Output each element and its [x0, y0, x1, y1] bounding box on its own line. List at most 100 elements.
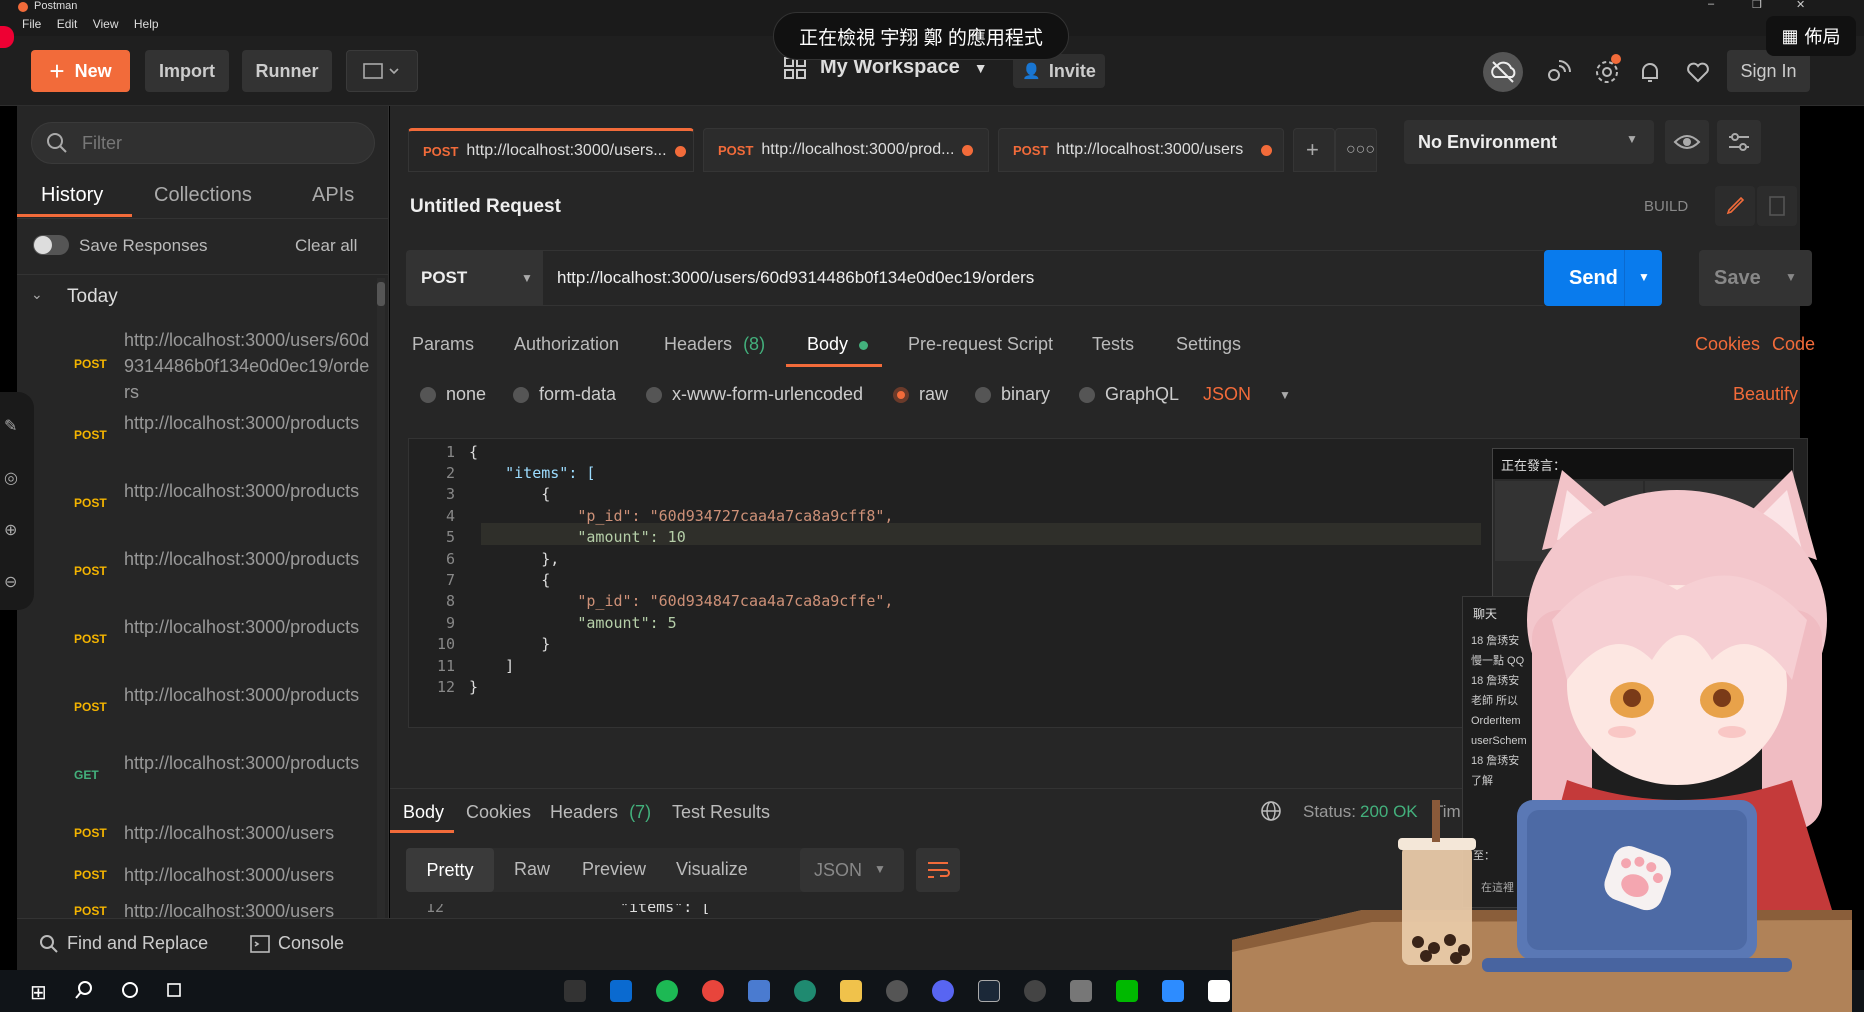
- raw-mode-button[interactable]: Raw: [514, 859, 550, 880]
- app-icon[interactable]: [794, 980, 816, 1002]
- environment-quick-look-button[interactable]: [1665, 120, 1709, 164]
- filter-input[interactable]: Filter: [31, 122, 375, 164]
- edit-button[interactable]: [1715, 186, 1755, 226]
- visualize-mode-button[interactable]: Visualize: [676, 859, 748, 880]
- runner-button[interactable]: Runner: [242, 50, 332, 92]
- chevron-down-icon[interactable]: ⌄: [31, 286, 43, 303]
- tab-params[interactable]: Params: [412, 334, 474, 355]
- vscode-app-icon[interactable]: [610, 980, 632, 1002]
- request-tab[interactable]: POST http://localhost:3000/prod...: [703, 128, 989, 172]
- find-replace-button[interactable]: Find and Replace: [39, 933, 208, 954]
- sidebar-scrollbar[interactable]: [377, 278, 385, 918]
- zoom-in-icon[interactable]: ⊕: [4, 520, 17, 540]
- body-format-select[interactable]: JSON ▼: [1203, 384, 1291, 405]
- request-tab[interactable]: POST http://localhost:3000/users...: [408, 128, 694, 172]
- pen-icon[interactable]: ✎: [4, 416, 17, 436]
- new-button[interactable]: + New: [31, 50, 130, 92]
- windows-start-icon[interactable]: ⊞: [30, 980, 47, 1005]
- sign-in-button[interactable]: Sign In: [1727, 50, 1810, 92]
- docs-button[interactable]: [1757, 186, 1797, 226]
- build-mode-label[interactable]: BUILD: [1644, 198, 1688, 215]
- code-link[interactable]: Code: [1772, 334, 1815, 355]
- history-group-today[interactable]: Today: [67, 286, 118, 308]
- tab-body[interactable]: Body: [807, 334, 869, 355]
- send-button[interactable]: Send ▼: [1544, 250, 1662, 306]
- favorites-button[interactable]: [1684, 58, 1712, 86]
- response-tab-body[interactable]: Body: [403, 802, 444, 823]
- save-responses-toggle[interactable]: [33, 235, 69, 255]
- radio-graphql[interactable]: GraphQL: [1079, 384, 1179, 405]
- line-app-icon[interactable]: [1116, 980, 1138, 1002]
- history-item[interactable]: POST http://localhost:3000/products: [17, 478, 377, 534]
- history-item[interactable]: POST http://localhost:3000/products: [17, 546, 377, 602]
- history-item[interactable]: POST http://localhost:3000/users: [17, 820, 377, 850]
- history-item[interactable]: POST http://localhost:3000/users: [17, 862, 377, 892]
- clear-all-button[interactable]: Clear all: [295, 236, 357, 256]
- layout-button[interactable]: ▦ 佈局: [1766, 16, 1856, 56]
- app-icon[interactable]: [886, 980, 908, 1002]
- settings-button[interactable]: [1593, 54, 1621, 86]
- tab-apis[interactable]: APIs: [312, 184, 354, 207]
- radio-raw[interactable]: raw: [893, 384, 948, 405]
- tab-collections[interactable]: Collections: [154, 184, 252, 207]
- url-input[interactable]: http://localhost:3000/users/60d9314486b0…: [543, 251, 1545, 305]
- restore-icon[interactable]: ❐: [1752, 0, 1762, 11]
- app-icon[interactable]: [748, 980, 770, 1002]
- import-button[interactable]: Import: [145, 50, 229, 92]
- tab-headers[interactable]: Headers (8): [664, 334, 765, 355]
- request-tab[interactable]: POST http://localhost:3000/users: [998, 128, 1284, 172]
- radio-binary[interactable]: binary: [975, 384, 1050, 405]
- file-explorer-app-icon[interactable]: [840, 980, 862, 1002]
- history-item[interactable]: POST http://localhost:3000/users/60d9314…: [17, 327, 377, 407]
- screen-share-banner[interactable]: 正在檢視 宇翔 鄭 的應用程式: [773, 12, 1069, 60]
- beautify-button[interactable]: Beautify: [1733, 384, 1798, 405]
- webex-app-icon[interactable]: [1162, 980, 1184, 1002]
- menu-help[interactable]: Help: [134, 17, 159, 31]
- discord-app-icon[interactable]: [932, 980, 954, 1002]
- radio-x-www-form-urlencoded[interactable]: x-www-form-urlencoded: [646, 384, 863, 405]
- chevron-down-icon[interactable]: ▼: [1638, 270, 1650, 284]
- tab-pre-request-script[interactable]: Pre-request Script: [908, 334, 1053, 355]
- menu-view[interactable]: View: [93, 17, 119, 31]
- zoom-out-icon[interactable]: ⊖: [4, 572, 17, 592]
- cortana-icon[interactable]: [120, 980, 140, 1000]
- close-window-icon[interactable]: ✕: [1796, 0, 1805, 11]
- tab-authorization[interactable]: Authorization: [514, 334, 619, 355]
- chevron-down-icon[interactable]: ▼: [1785, 270, 1797, 284]
- radio-none[interactable]: none: [420, 384, 486, 405]
- save-button[interactable]: Save ▼: [1699, 250, 1812, 306]
- request-title[interactable]: Untitled Request: [410, 196, 561, 218]
- minimize-icon[interactable]: –: [1708, 0, 1714, 10]
- task-view-icon[interactable]: [164, 980, 184, 1000]
- wrap-lines-button[interactable]: [916, 848, 960, 892]
- method-select[interactable]: POST ▼: [407, 251, 543, 305]
- notifications-button[interactable]: [1636, 58, 1664, 86]
- capture-button[interactable]: [1543, 58, 1571, 86]
- response-format-select[interactable]: JSON ▼: [800, 848, 904, 892]
- tab-history[interactable]: History: [41, 184, 103, 207]
- new-window-button[interactable]: [346, 50, 418, 92]
- pretty-mode-button[interactable]: Pretty: [406, 848, 494, 892]
- menu-file[interactable]: File: [22, 17, 41, 31]
- preview-mode-button[interactable]: Preview: [582, 859, 646, 880]
- tab-tests[interactable]: Tests: [1092, 334, 1134, 355]
- response-tab-test-results[interactable]: Test Results: [672, 802, 770, 823]
- radio-form-data[interactable]: form-data: [513, 384, 616, 405]
- pointer-icon[interactable]: ◎: [4, 468, 18, 488]
- settings-app-icon[interactable]: [564, 980, 586, 1002]
- history-item[interactable]: POST http://localhost:3000/products: [17, 410, 377, 466]
- history-item[interactable]: POST http://localhost:3000/users: [17, 904, 377, 918]
- history-item[interactable]: POST http://localhost:3000/products: [17, 614, 377, 670]
- response-tab-cookies[interactable]: Cookies: [466, 802, 531, 823]
- steam-app-icon[interactable]: [978, 980, 1000, 1002]
- app-icon[interactable]: [1208, 980, 1230, 1002]
- environment-select[interactable]: No Environment ▼: [1404, 120, 1654, 164]
- console-button[interactable]: Console: [250, 933, 344, 954]
- menu-edit[interactable]: Edit: [57, 17, 78, 31]
- history-item[interactable]: POST http://localhost:3000/products: [17, 682, 377, 738]
- obs-app-icon[interactable]: [1024, 980, 1046, 1002]
- tab-options-button[interactable]: ○○○: [1335, 128, 1377, 172]
- app-icon[interactable]: [1070, 980, 1092, 1002]
- new-tab-button[interactable]: +: [1293, 128, 1335, 172]
- history-item[interactable]: GET http://localhost:3000/products: [17, 750, 377, 806]
